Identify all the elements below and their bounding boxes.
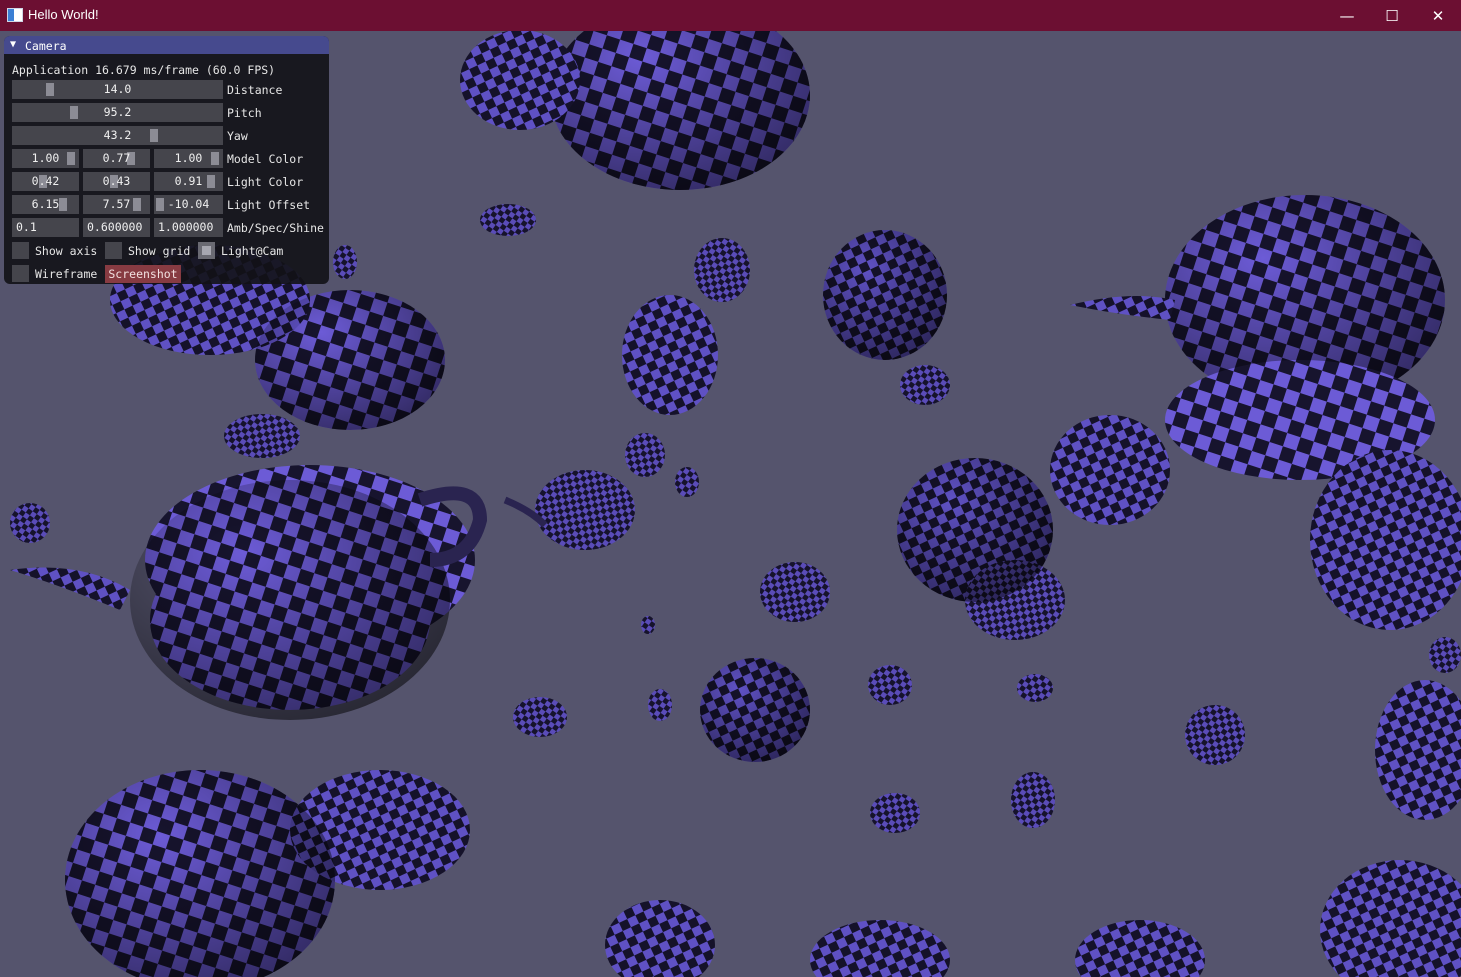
pitch-label: Pitch (227, 106, 262, 120)
light-color-g-value: 0.43 (102, 174, 131, 188)
app-icon (7, 8, 23, 22)
model-color-g-value: 0.77 (102, 151, 131, 165)
model-color-g-slider[interactable]: 0.77 (83, 149, 150, 168)
light-offset-y-slider[interactable]: 7.57 (83, 195, 150, 214)
show-axis-label: Show axis (35, 244, 98, 258)
panel-header[interactable]: ▼ Camera (4, 36, 329, 54)
title-bar: Hello World! — ☐ ✕ (0, 0, 1461, 31)
light-offset-z-slider[interactable]: -10.04 (154, 195, 223, 214)
yaw-value: 43.2 (103, 128, 132, 142)
light-color-b-value: 0.91 (174, 174, 203, 188)
screenshot-button[interactable]: Screenshot (105, 265, 181, 283)
light-offset-x-value: 6.15 (31, 197, 60, 211)
panel-title: Camera (25, 39, 67, 53)
show-axis-checkbox[interactable] (12, 242, 29, 259)
fps-readout: Application 16.679 ms/frame (60.0 FPS) (12, 63, 276, 77)
light-offset-x-slider[interactable]: 6.15 (12, 195, 79, 214)
yaw-slider[interactable]: 43.2 (12, 126, 223, 145)
distance-slider[interactable]: 14.0 (12, 80, 223, 99)
light-offset-y-value: 7.57 (102, 197, 131, 211)
light-offset-label: Light Offset (227, 198, 311, 212)
show-grid-checkbox[interactable] (105, 242, 122, 259)
light-color-r-value: 0.42 (31, 174, 60, 188)
wireframe-checkbox[interactable] (12, 265, 29, 282)
yaw-label: Yaw (227, 129, 248, 143)
amb-spec-shine-label: Amb/Spec/Shine (227, 221, 324, 235)
distance-value: 14.0 (103, 82, 132, 96)
model-color-r-slider[interactable]: 1.00 (12, 149, 79, 168)
shine-input[interactable]: 1.000000 (154, 218, 223, 237)
light-at-cam-label: Light@Cam (221, 244, 284, 258)
model-color-label: Model Color (227, 152, 304, 166)
light-color-g-slider[interactable]: 0.43 (83, 172, 150, 191)
model-color-b-slider[interactable]: 1.00 (154, 149, 223, 168)
collapse-arrow-icon[interactable]: ▼ (10, 39, 16, 50)
specular-input[interactable]: 0.600000 (83, 218, 150, 237)
ambient-value: 0.1 (16, 220, 37, 234)
pitch-slider[interactable]: 95.2 (12, 103, 223, 122)
specular-value: 0.600000 (87, 220, 143, 234)
wireframe-label: Wireframe (35, 267, 98, 281)
distance-label: Distance (227, 83, 283, 97)
minimize-button[interactable]: — (1324, 0, 1370, 31)
light-offset-z-value: -10.04 (167, 197, 210, 211)
camera-panel: ▼ Camera Application 16.679 ms/frame (60… (4, 36, 329, 284)
light-color-label: Light Color (227, 175, 304, 189)
close-button[interactable]: ✕ (1415, 0, 1461, 31)
maximize-button[interactable]: ☐ (1369, 0, 1415, 31)
show-grid-label: Show grid (128, 244, 191, 258)
pitch-value: 95.2 (103, 105, 132, 119)
model-color-b-value: 1.00 (174, 151, 203, 165)
window-title: Hello World! (28, 7, 99, 22)
light-at-cam-checkbox[interactable] (198, 242, 215, 259)
light-color-r-slider[interactable]: 0.42 (12, 172, 79, 191)
model-color-r-value: 1.00 (31, 151, 60, 165)
ambient-input[interactable]: 0.1 (12, 218, 79, 237)
teapot (700, 658, 810, 762)
shine-value: 1.000000 (158, 220, 214, 234)
light-color-b-slider[interactable]: 0.91 (154, 172, 223, 191)
